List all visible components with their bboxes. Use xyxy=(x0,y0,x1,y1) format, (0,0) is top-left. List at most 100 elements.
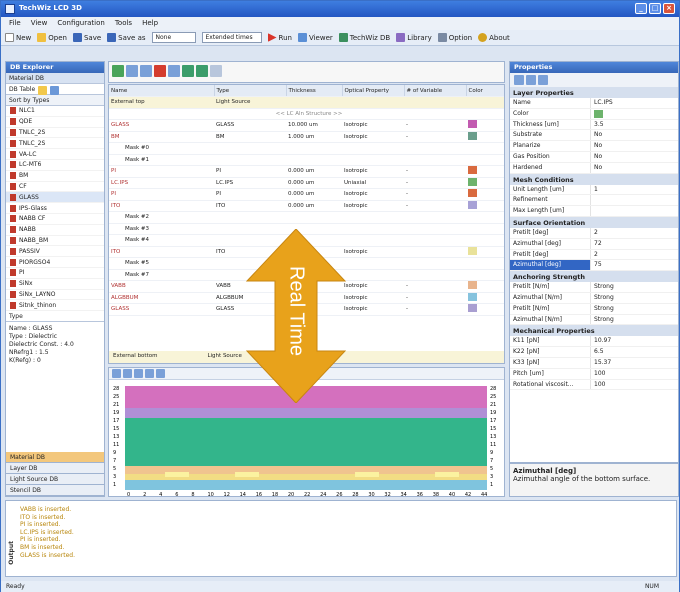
add-icon[interactable] xyxy=(112,65,124,77)
property-row[interactable]: Azimuthal [deg] 72 xyxy=(510,238,678,250)
tab-layer-db[interactable]: Layer DB xyxy=(6,463,104,474)
new-button[interactable]: New xyxy=(5,33,31,42)
material-db-tab[interactable]: Material DB xyxy=(6,73,104,84)
move-up-icon[interactable] xyxy=(182,65,194,77)
about-button[interactable]: About xyxy=(478,33,510,42)
list-item[interactable]: Sitnk_thinon xyxy=(6,300,104,312)
list-item[interactable]: PIORGSO4 xyxy=(6,257,104,268)
property-section[interactable]: Anchoring Strength xyxy=(510,271,678,283)
property-row[interactable]: Pretilt [deg] 2 xyxy=(510,227,678,239)
option-select[interactable]: None xyxy=(151,32,196,43)
table-row[interactable]: Mask #0 xyxy=(109,142,504,155)
list-item[interactable]: IPS-Glass xyxy=(6,203,104,214)
type-select[interactable]: Type xyxy=(6,311,104,323)
list-item[interactable]: PI xyxy=(6,268,104,279)
tab-light-source-db[interactable]: Light Source DB xyxy=(6,474,104,485)
option-button[interactable]: Option xyxy=(437,33,472,42)
pan-icon[interactable] xyxy=(145,369,154,378)
fit-icon[interactable] xyxy=(134,369,143,378)
property-row[interactable]: Azimuthal [N/m] Strong xyxy=(510,314,678,326)
list-item[interactable]: PASSIV xyxy=(6,246,104,258)
list-item[interactable]: QDE xyxy=(6,117,104,128)
property-row[interactable]: Substrate No xyxy=(510,130,678,142)
delete-icon[interactable] xyxy=(154,65,166,77)
list-item[interactable]: NLC1 xyxy=(6,106,104,117)
list-item[interactable]: SiNx_LAYNO xyxy=(6,290,104,301)
grid-icon[interactable] xyxy=(156,369,165,378)
menu-file[interactable]: File xyxy=(9,19,21,30)
table-row[interactable]: Mask #2 xyxy=(109,211,504,224)
property-section[interactable]: Layer Properties xyxy=(510,87,678,98)
menu-tools[interactable]: Tools xyxy=(115,19,132,30)
open-button[interactable]: Open xyxy=(37,33,67,42)
list-item[interactable]: VA-LC xyxy=(6,149,104,160)
time-select[interactable]: Extended times xyxy=(201,32,262,43)
mask-icon[interactable] xyxy=(210,65,222,77)
property-row[interactable]: Pitch [um] 100 xyxy=(510,368,678,380)
property-row[interactable]: Unit Length [um] 1 xyxy=(510,184,678,196)
list-item[interactable]: LC-MT6 xyxy=(6,160,104,171)
property-section[interactable]: Surface Orientation xyxy=(510,216,678,228)
save-as-button[interactable]: Save as xyxy=(107,33,146,42)
zoom-in-icon[interactable] xyxy=(112,369,121,378)
list-item[interactable]: NABB_BM xyxy=(6,236,104,247)
table-row[interactable]: Mask #1 xyxy=(109,154,504,166)
property-row[interactable]: Gas Position No xyxy=(510,151,678,163)
property-row[interactable]: K22 [pN] 6.5 xyxy=(510,347,678,358)
property-row[interactable]: Rotational viscosit... 100 xyxy=(510,379,678,391)
move-down-icon[interactable] xyxy=(196,65,208,77)
close-button[interactable]: × xyxy=(663,3,675,14)
property-row[interactable]: Refinement xyxy=(510,195,678,207)
property-row[interactable]: K33 [pN] 15.37 xyxy=(510,357,678,369)
techwiz-db-button[interactable]: TechWiz DB xyxy=(338,33,390,42)
menu-help[interactable]: Help xyxy=(142,19,158,30)
list-item[interactable]: CF xyxy=(6,182,104,193)
save-button[interactable]: Save xyxy=(72,33,101,42)
property-row[interactable]: Thickness [um] 3.5 xyxy=(510,119,678,131)
insert-icon[interactable] xyxy=(126,65,138,77)
table-row[interactable]: ITO ITO 0.000 um Isotropic - xyxy=(109,200,504,212)
run-button[interactable]: Run xyxy=(267,33,292,42)
tab-material-db[interactable]: Material DB xyxy=(6,452,104,463)
alphabetical-icon[interactable] xyxy=(526,75,536,85)
list-item[interactable]: GLASS xyxy=(6,192,104,204)
menu-view[interactable]: View xyxy=(31,19,48,30)
categorized-icon[interactable] xyxy=(514,75,524,85)
table-icon[interactable] xyxy=(50,86,60,95)
minimize-button[interactable]: _ xyxy=(635,3,647,14)
paste-icon[interactable] xyxy=(168,65,180,77)
list-item[interactable]: BM xyxy=(6,171,104,182)
property-section[interactable]: Mechanical Properties xyxy=(510,325,678,337)
list-item[interactable]: TNLC_2S xyxy=(6,128,104,139)
menu-configuration[interactable]: Configuration xyxy=(57,19,104,30)
property-row[interactable]: Azimuthal [deg] 75 xyxy=(510,260,678,272)
tab-stencil-db[interactable]: Stencil DB xyxy=(6,485,104,496)
property-row[interactable]: K11 [pN] 10.97 xyxy=(510,336,678,348)
table-row[interactable]: LC.IPS LC.IPS 0.000 um Uniaxial - xyxy=(109,177,504,189)
table-row[interactable]: PI PI 0.000 um Isotropic - xyxy=(109,165,504,178)
external-top-row[interactable]: External top Light Source xyxy=(109,96,504,109)
zoom-out-icon[interactable] xyxy=(123,369,132,378)
copy-icon[interactable] xyxy=(140,65,152,77)
viewer-button[interactable]: Viewer xyxy=(297,33,333,42)
property-section[interactable]: Mesh Conditions xyxy=(510,173,678,185)
property-row[interactable]: Name LC.IPS xyxy=(510,98,678,109)
property-row[interactable]: Color xyxy=(510,108,678,120)
list-item[interactable]: SiNx xyxy=(6,279,104,290)
property-row[interactable]: Pretilt [deg] 2 xyxy=(510,249,678,261)
property-row[interactable]: Max Length [um] xyxy=(510,206,678,217)
property-row[interactable]: Planarize No xyxy=(510,141,678,152)
table-row[interactable]: PI PI 0.000 um Isotropic - xyxy=(109,188,504,201)
property-row[interactable]: Hardened No xyxy=(510,162,678,174)
table-row[interactable]: BM BM 1.000 um Isotropic - xyxy=(109,131,504,143)
list-item[interactable]: NABB CF xyxy=(6,214,104,225)
list-item[interactable]: TNLC_2S xyxy=(6,138,104,150)
property-pages-icon[interactable] xyxy=(538,75,548,85)
property-row[interactable]: Pretilt [N/m] Strong xyxy=(510,303,678,315)
sort-select[interactable]: Sort by Types xyxy=(6,95,104,106)
table-row[interactable]: GLASS GLASS 10.000 um Isotropic - xyxy=(109,119,504,132)
list-item[interactable]: NABB xyxy=(6,225,104,236)
folder-icon[interactable] xyxy=(38,86,48,95)
property-row[interactable]: Azimuthal [N/m] Strong xyxy=(510,292,678,304)
maximize-button[interactable]: □ xyxy=(649,3,661,14)
